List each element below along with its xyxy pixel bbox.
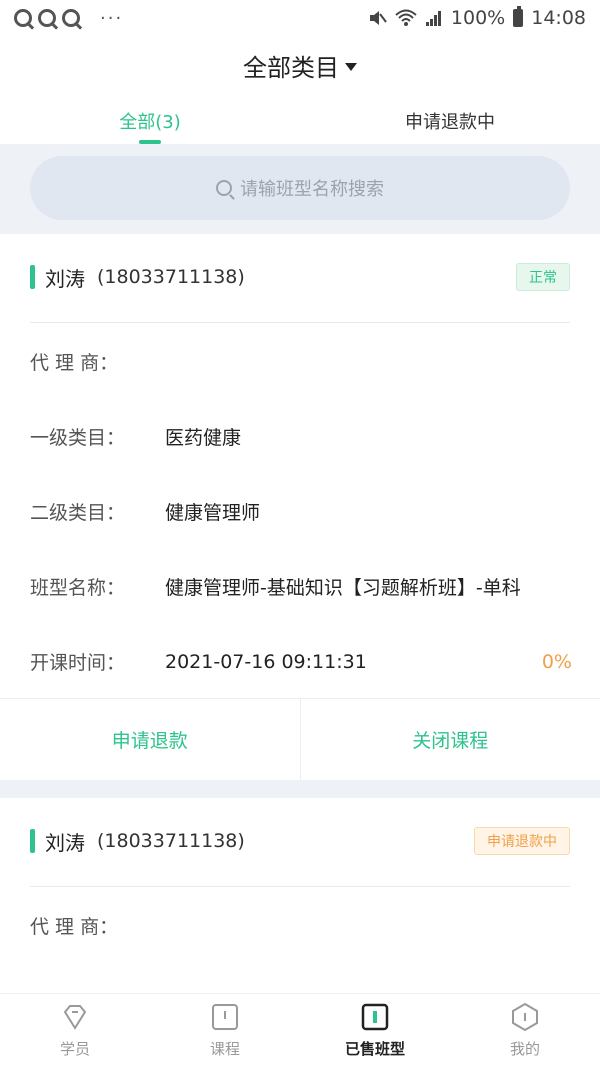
student-phone: (18033711138) <box>97 830 245 852</box>
status-badge: 正常 <box>516 263 570 291</box>
divider <box>30 322 570 323</box>
search-input[interactable]: 请输班型名称搜索 <box>30 156 570 220</box>
nav-courses[interactable]: 课程 <box>150 994 300 1067</box>
more-notifications-icon: ··· <box>100 7 124 29</box>
search-placeholder: 请输班型名称搜索 <box>240 179 384 200</box>
start-time-label: 开课时间： <box>30 652 126 674</box>
nav-mine-label: 我的 <box>509 1040 540 1058</box>
close-course-button[interactable]: 关闭课程 <box>299 699 600 780</box>
student-name: 刘涛 <box>45 266 85 291</box>
card-actions: 申请退款 关闭课程 <box>0 698 600 780</box>
start-time-value: 2021-07-16 09:11:31 <box>165 650 367 673</box>
mute-icon <box>369 11 387 25</box>
page-title: 全部类目 <box>243 54 339 82</box>
status-badge: 申请退款中 <box>474 827 570 855</box>
tab-refunding[interactable]: 申请退款中 <box>300 96 600 144</box>
divider <box>30 886 570 887</box>
agent-row: 代 理 商： <box>30 348 590 375</box>
nav-sold-classes-label: 已售班型 <box>344 1040 405 1058</box>
student-name: 刘涛 <box>45 830 85 855</box>
start-time-row: 开课时间： 2021-07-16 09:11:31 0% <box>30 648 590 675</box>
tab-bar: 全部(3) 申请退款中 <box>0 96 600 144</box>
class-name-row: 班型名称： 健康管理师-基础知识【习题解析班】-单科 <box>30 573 590 600</box>
profile-hexagon-icon <box>512 1002 538 1032</box>
class-name-value: 健康管理师-基础知识【习题解析班】-单科 <box>165 577 521 599</box>
course-icon <box>212 1004 238 1030</box>
wifi-icon <box>395 9 417 26</box>
notification-q-icon <box>38 9 56 27</box>
nav-mine[interactable]: 我的 <box>450 994 600 1067</box>
notification-q-icon <box>14 9 32 27</box>
search-icon <box>216 180 232 196</box>
signal-icon <box>425 11 441 26</box>
category2-row: 二级类目： 健康管理师 <box>30 498 590 525</box>
agent-label: 代 理 商： <box>30 352 119 374</box>
category1-label: 一级类目： <box>30 427 126 449</box>
caret-down-icon <box>345 62 357 71</box>
search-section: 请输班型名称搜索 <box>0 144 600 234</box>
request-refund-button[interactable]: 申请退款 <box>0 699 300 780</box>
battery-icon <box>513 6 524 27</box>
nav-students-label: 学员 <box>59 1040 90 1058</box>
card-header: 刘涛 (18033711138) 申请退款中 <box>30 826 570 856</box>
category1-value: 医药健康 <box>165 427 242 449</box>
bottom-navigation: 学员 课程 已售班型 我的 <box>0 993 600 1067</box>
card-separator <box>0 780 600 798</box>
category1-row: 一级类目： 医药健康 <box>30 423 590 450</box>
accent-bar <box>30 829 35 853</box>
agent-label: 代 理 商： <box>30 916 119 938</box>
class-name-label: 班型名称： <box>30 577 126 599</box>
sold-class-icon <box>361 1003 389 1031</box>
student-phone: (18033711138) <box>97 266 245 288</box>
progress-percent: 0% <box>541 650 572 673</box>
battery-percent: 100% <box>450 7 506 29</box>
clock: 14:08 <box>531 7 586 29</box>
order-card: 刘涛 (18033711138) 正常 代 理 商： 一级类目： 医药健康 二级… <box>0 234 600 780</box>
nav-students[interactable]: 学员 <box>0 994 150 1067</box>
category-selector[interactable]: 全部类目 <box>0 48 600 83</box>
status-bar: ··· 100% 14:08 <box>0 0 600 36</box>
tab-all[interactable]: 全部(3) <box>0 96 300 144</box>
diamond-icon <box>63 1005 87 1030</box>
notification-q-icon <box>62 9 80 27</box>
nav-sold-classes[interactable]: 已售班型 <box>300 994 450 1067</box>
agent-row: 代 理 商： <box>30 912 590 939</box>
accent-bar <box>30 265 35 289</box>
nav-courses-label: 课程 <box>209 1040 240 1058</box>
notification-icons: ··· <box>14 8 123 29</box>
card-header: 刘涛 (18033711138) 正常 <box>30 262 570 292</box>
system-status: 100% 14:08 <box>367 6 586 29</box>
category2-value: 健康管理师 <box>165 502 261 524</box>
category2-label: 二级类目： <box>30 502 126 524</box>
order-card: 刘涛 (18033711138) 申请退款中 代 理 商： <box>0 798 600 993</box>
